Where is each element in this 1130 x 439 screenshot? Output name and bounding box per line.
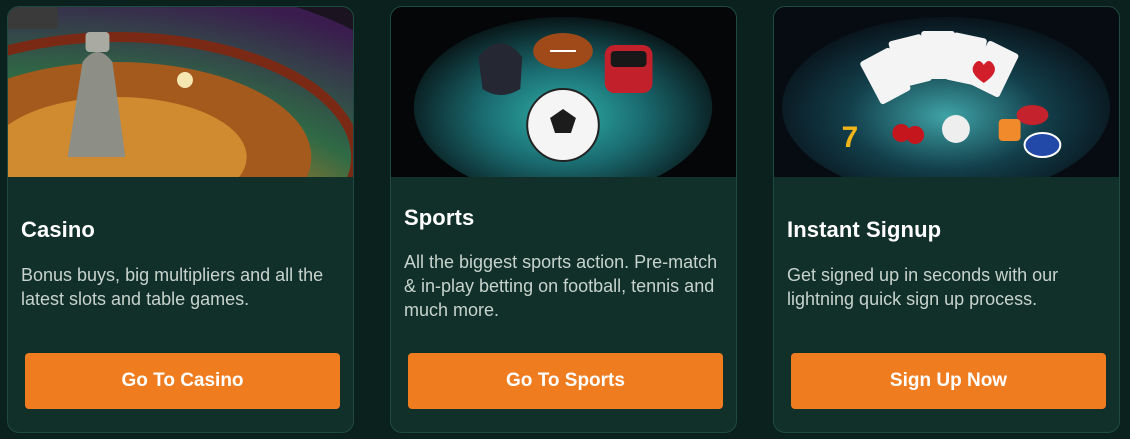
signup-card: 7 Instant Signup Get signed up in second… [773,6,1120,433]
go-to-sports-button[interactable]: Go To Sports [408,353,723,409]
card-title: Sports [404,205,475,230]
svg-text:7: 7 [842,121,859,154]
go-to-casino-button[interactable]: Go To Casino [25,353,340,409]
card-title: Casino [21,217,95,242]
card-description: All the biggest sports action. Pre-match… [404,252,718,320]
card-title: Instant Signup [787,217,942,242]
sign-up-now-button[interactable]: Sign Up Now [791,353,1106,409]
roulette-wheel-icon [8,7,353,177]
sports-balls-icon [391,7,736,177]
card-description: Bonus buys, big multipliers and all the … [21,265,324,309]
sports-card: Sports All the biggest sports action. Pr… [390,6,737,433]
casino-card: Casino Bonus buys, big multipliers and a… [7,6,354,433]
card-description: Get signed up in seconds with our lightn… [787,265,1059,309]
playing-cards-chips-icon: 7 [774,7,1119,177]
